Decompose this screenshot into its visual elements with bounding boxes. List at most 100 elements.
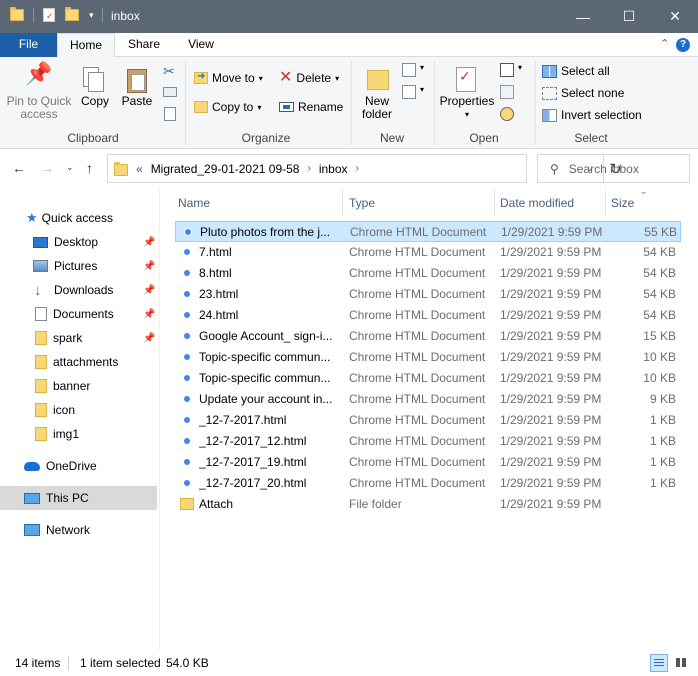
chevron-down-icon[interactable]: ▾ — [518, 63, 522, 72]
properties-button[interactable]: ✓ Properties ▾ — [438, 65, 496, 121]
chevron-down-icon[interactable]: ▾ — [420, 85, 424, 94]
file-row[interactable]: 23.html Chrome HTML Document 1/29/2021 9… — [175, 284, 681, 305]
column-header-type[interactable]: Type — [349, 190, 375, 216]
address-bar[interactable]: « Migrated_29-01-2021 09-58 › inbox › ⌄ … — [107, 154, 622, 183]
tab-view[interactable]: View — [175, 33, 227, 57]
column-separator[interactable] — [342, 190, 343, 216]
help-button[interactable]: ? — [676, 38, 690, 52]
breadcrumb-segment[interactable]: Migrated_29-01-2021 09-58 — [151, 162, 300, 176]
nav-item-attachments[interactable]: attachments — [0, 350, 157, 374]
easy-access-icon[interactable] — [402, 85, 416, 99]
properties-qa-icon[interactable]: ✓ — [43, 8, 55, 22]
nav-item-icon[interactable]: icon — [0, 398, 157, 422]
file-row[interactable]: _12-7-2017_19.html Chrome HTML Document … — [175, 452, 681, 473]
select-none-button[interactable]: Select none — [542, 86, 624, 100]
large-icons-view-button[interactable] — [673, 654, 691, 672]
move-to-button[interactable]: ➜ Move to ▾ — [194, 71, 263, 85]
new-folder-button[interactable]: New folder — [356, 65, 398, 121]
chevron-down-icon[interactable]: ▾ — [420, 63, 424, 72]
tab-file[interactable]: File — [0, 33, 57, 57]
collapse-ribbon-icon[interactable]: ⌃ — [660, 37, 669, 50]
copy-path-icon[interactable] — [163, 87, 177, 97]
file-row[interactable]: Google Account_ sign-i... Chrome HTML Do… — [175, 326, 681, 347]
folder-row[interactable]: Attach File folder 1/29/2021 9:59 PM — [175, 494, 681, 515]
nav-item-onedrive[interactable]: OneDrive — [0, 454, 157, 478]
nav-item-img1[interactable]: img1 — [0, 422, 157, 446]
column-header-size[interactable]: Size — [611, 190, 634, 216]
pin-icon[interactable]: 📌 — [143, 237, 155, 248]
search-icon: ⚲ — [550, 161, 559, 176]
file-row[interactable]: _12-7-2017_12.html Chrome HTML Document … — [175, 431, 681, 452]
nav-pane-divider[interactable] — [159, 187, 160, 650]
column-separator[interactable] — [494, 190, 495, 216]
close-button[interactable]: ✕ — [652, 0, 698, 33]
edit-icon[interactable] — [500, 85, 514, 99]
file-row[interactable]: Pluto photos from the j... Chrome HTML D… — [175, 221, 681, 242]
nav-item-network[interactable]: Network — [0, 518, 157, 542]
customize-qa-icon[interactable]: ▾ — [89, 10, 94, 21]
forward-button[interactable]: → — [40, 160, 54, 176]
pin-icon[interactable]: 📌 — [143, 285, 155, 296]
details-view-button[interactable] — [650, 654, 668, 672]
nav-item-banner[interactable]: banner — [0, 374, 157, 398]
nav-item-pictures[interactable]: Pictures 📌 — [0, 254, 157, 278]
chevron-right-icon[interactable]: › — [356, 163, 359, 174]
rename-button[interactable]: Rename — [279, 100, 343, 114]
open-icon[interactable] — [500, 63, 514, 77]
group-separator — [351, 61, 352, 145]
copy-button[interactable]: Copy — [78, 65, 112, 108]
file-row[interactable]: _12-7-2017.html Chrome HTML Document 1/2… — [175, 410, 681, 431]
maximize-button[interactable]: ☐ — [606, 0, 652, 33]
column-header-date-modified[interactable]: Date modified — [500, 190, 574, 216]
paste-shortcut-icon[interactable] — [164, 107, 176, 121]
column-separator[interactable] — [605, 190, 606, 216]
paste-button[interactable]: Paste — [118, 65, 156, 108]
file-row[interactable]: 24.html Chrome HTML Document 1/29/2021 9… — [175, 305, 681, 326]
file-row[interactable]: Topic-specific commun... Chrome HTML Doc… — [175, 347, 681, 368]
invert-selection-button[interactable]: Invert selection — [542, 108, 642, 122]
tab-share[interactable]: Share — [118, 33, 170, 57]
file-row[interactable]: Update your account in... Chrome HTML Do… — [175, 389, 681, 410]
up-button[interactable]: ↑ — [86, 160, 93, 176]
history-icon[interactable] — [500, 107, 514, 121]
navigation-pane: ★ Quick access Desktop 📌 Pictures 📌 ↓ Do… — [0, 187, 160, 650]
pin-icon[interactable]: 📌 — [143, 333, 155, 344]
file-row[interactable]: Topic-specific commun... Chrome HTML Doc… — [175, 368, 681, 389]
nav-item-desktop[interactable]: Desktop 📌 — [0, 230, 157, 254]
ribbon: 📌 Pin to Quick access Copy Paste ✂ Clipb… — [0, 57, 698, 149]
nav-item-this-pc[interactable]: This PC — [0, 486, 157, 510]
folder-icon — [10, 7, 24, 21]
pin-icon[interactable]: 📌 — [143, 261, 155, 272]
back-button[interactable]: ← — [12, 160, 26, 176]
select-all-button[interactable]: Select all — [542, 64, 610, 78]
recent-locations-button[interactable]: ⌄ — [66, 162, 74, 173]
invert-selection-icon — [542, 108, 557, 122]
pin-to-quick-access-button[interactable]: 📌 Pin to Quick access — [6, 63, 72, 121]
title-bar: ✓ ▾ inbox — ☐ ✕ — [0, 0, 698, 33]
file-row[interactable]: 8.html Chrome HTML Document 1/29/2021 9:… — [175, 263, 681, 284]
minimize-button[interactable]: — — [560, 0, 606, 33]
network-icon — [24, 524, 40, 536]
search-box[interactable]: ⚲ Search inbox — [537, 154, 690, 183]
copy-to-button[interactable]: Copy to ▾ — [194, 100, 261, 114]
nav-item-downloads[interactable]: ↓ Downloads 📌 — [0, 278, 157, 302]
breadcrumb-overflow[interactable]: « — [136, 162, 143, 176]
paste-icon — [118, 65, 156, 95]
breadcrumb-segment[interactable]: inbox — [319, 162, 348, 176]
delete-button[interactable]: ✕ Delete ▾ — [279, 70, 339, 86]
nav-item-spark[interactable]: spark 📌 — [0, 326, 157, 350]
file-row[interactable]: _12-7-2017_20.html Chrome HTML Document … — [175, 473, 681, 494]
chevron-right-icon[interactable]: › — [307, 163, 310, 174]
search-input[interactable]: Search inbox — [569, 162, 639, 176]
nav-item-quick-access[interactable]: ★ Quick access — [0, 206, 157, 230]
column-header-name[interactable]: Name — [178, 190, 210, 216]
cut-icon[interactable]: ✂ — [163, 63, 175, 80]
tab-home[interactable]: Home — [57, 33, 115, 58]
file-row[interactable]: 7.html Chrome HTML Document 1/29/2021 9:… — [175, 242, 681, 263]
address-row: ← → ⌄ ↑ « Migrated_29-01-2021 09-58 › in… — [0, 149, 698, 187]
new-folder-qa-icon[interactable] — [65, 7, 79, 21]
paste-label: Paste — [121, 94, 153, 108]
new-item-icon[interactable] — [402, 63, 416, 77]
nav-item-documents[interactable]: Documents 📌 — [0, 302, 157, 326]
pin-icon[interactable]: 📌 — [143, 309, 155, 320]
